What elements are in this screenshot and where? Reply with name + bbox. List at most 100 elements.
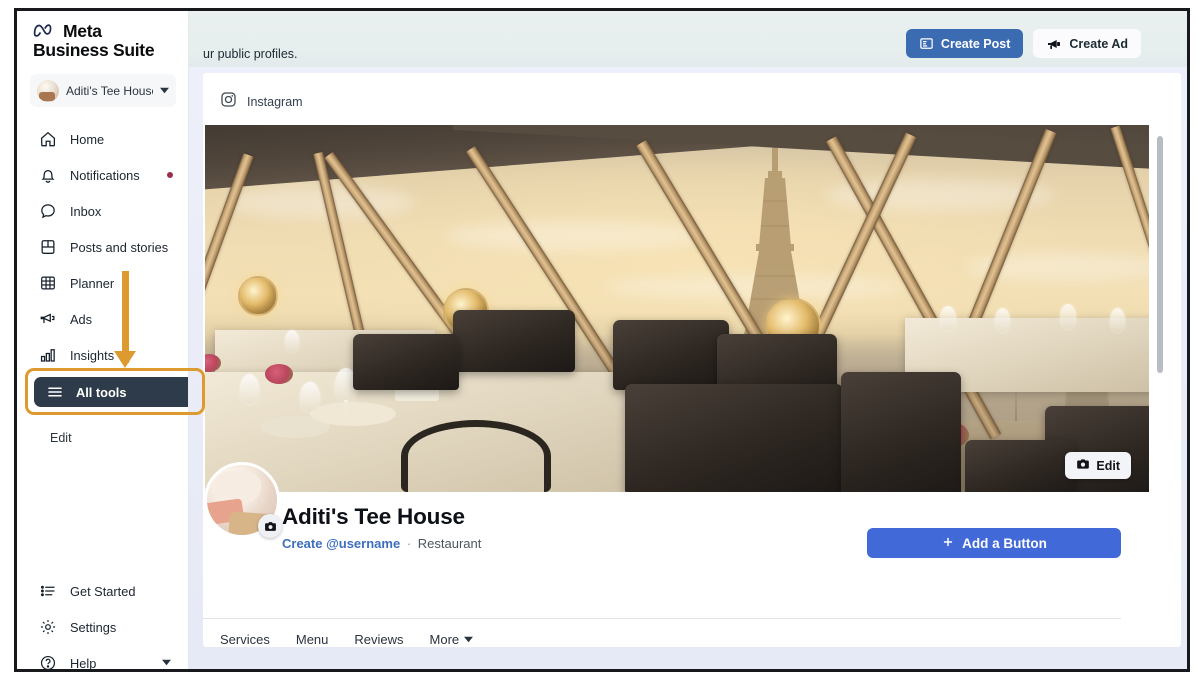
account-switcher[interactable]: Aditi's Tee House	[30, 74, 176, 107]
chair	[625, 384, 843, 492]
sidebar-item-label: Ads	[70, 311, 93, 327]
header-actions: Create Post Create Ad	[905, 29, 1141, 58]
plate	[310, 402, 396, 426]
brand-name-line2: Business Suite	[33, 40, 155, 60]
chair	[353, 334, 459, 390]
camera-icon	[264, 521, 276, 531]
plus-icon	[941, 535, 955, 552]
sidebar-item-settings[interactable]: Settings	[17, 609, 188, 645]
tab-reviews[interactable]: Reviews	[354, 632, 403, 647]
checklist-icon	[39, 582, 57, 600]
wine-glass	[240, 374, 259, 404]
left-sidebar: Meta Business Suite Aditi's Tee House Ho…	[17, 11, 189, 671]
tab-label: Reviews	[354, 632, 404, 647]
hamburger-icon	[46, 383, 64, 401]
wine-glass	[940, 306, 956, 330]
sidebar-item-planner[interactable]: Planner	[17, 265, 188, 301]
create-ad-button[interactable]: Create Ad	[1033, 29, 1141, 58]
flower-arrangement	[265, 364, 293, 384]
create-post-label: Create Post	[940, 36, 1011, 51]
sidebar-item-label: Planner	[70, 275, 115, 291]
annotation-arrow-line	[122, 271, 129, 363]
wine-glass	[1060, 304, 1076, 329]
cover-photo[interactable]: Edit	[205, 125, 1149, 492]
sidebar-item-inbox[interactable]: Inbox	[17, 193, 188, 229]
header-description: ur public profiles.	[203, 47, 298, 61]
sidebar-item-notifications[interactable]: Notifications	[17, 157, 188, 193]
screenshot-frame: ur public profiles. Create Post Create A…	[14, 8, 1190, 672]
brand-name-line1: Meta	[63, 21, 102, 41]
separator: ·	[406, 536, 412, 551]
sidebar-item-get-started[interactable]: Get Started	[17, 573, 188, 609]
chair	[841, 372, 961, 492]
tab-label: Menu	[295, 632, 329, 647]
cover-edit-button[interactable]: Edit	[1065, 452, 1131, 479]
restaurant-foreground	[205, 276, 1149, 492]
tab-menu[interactable]: Menu	[296, 632, 329, 647]
profile-content-card: Instagram Edit Aditi's Tee House Create …	[203, 73, 1181, 647]
create-username-link[interactable]: Create @username	[282, 536, 400, 551]
vertical-scrollbar[interactable]	[1157, 136, 1163, 373]
sidebar-item-label: All tools	[76, 384, 127, 400]
add-a-button-label: Add a Button	[962, 535, 1047, 551]
sidebar-item-help[interactable]: Help	[17, 645, 188, 671]
account-avatar	[37, 79, 59, 102]
add-a-button-button[interactable]: Add a Button	[867, 528, 1121, 558]
tab-more[interactable]: More	[430, 632, 474, 647]
sidebar-item-label: Get Started	[70, 583, 136, 599]
question-circle-icon	[39, 654, 57, 669]
sidebar-item-ads[interactable]: Ads	[17, 301, 188, 337]
sidebar-item-label: Settings	[70, 619, 117, 635]
cloud	[225, 185, 415, 219]
bell-icon	[39, 166, 57, 184]
tab-services[interactable]: Services	[220, 632, 270, 647]
top-header: ur public profiles. Create Post Create A…	[17, 11, 1187, 67]
brand-logo: Meta Business Suite	[33, 21, 155, 61]
chevron-down-icon	[162, 654, 171, 669]
sidebar-item-all-tools[interactable]: All tools	[34, 377, 188, 407]
chair	[613, 320, 729, 390]
bar-chart-icon	[39, 346, 57, 364]
sidebar-item-label: Insights	[70, 347, 115, 363]
account-name: Aditi's Tee House	[66, 83, 153, 98]
profile-tabbar: Services Menu Reviews More	[203, 618, 1121, 647]
create-post-icon	[919, 36, 934, 51]
calendar-grid-icon	[39, 274, 57, 292]
gear-icon	[39, 618, 57, 636]
annotation-arrow-head	[114, 351, 136, 368]
tab-label: More	[429, 632, 460, 647]
sidebar-item-label: Notifications	[70, 167, 140, 183]
wine-glass	[995, 308, 1010, 332]
sidebar-item-insights[interactable]: Insights	[17, 337, 188, 373]
sidebar-item-home[interactable]: Home	[17, 121, 188, 157]
chevron-down-icon	[160, 82, 169, 100]
chair-back	[401, 420, 551, 492]
sidebar-edit-link[interactable]: Edit	[50, 431, 72, 445]
create-post-button[interactable]: Create Post	[905, 29, 1024, 58]
avatar-camera-button[interactable]	[258, 514, 282, 538]
profile-subtitle: Create @username · Restaurant	[282, 536, 481, 551]
instagram-icon	[220, 91, 237, 113]
posts-icon	[39, 238, 57, 256]
platform-label: Instagram	[247, 95, 303, 109]
page-category: Restaurant	[417, 536, 482, 551]
megaphone-icon	[1046, 36, 1062, 52]
sidebar-item-label: Home	[70, 131, 105, 147]
profile-header: Aditi's Tee House Create @username · Res…	[203, 462, 1181, 593]
chat-bubble-icon	[39, 202, 57, 220]
sidebar-item-label: Help	[70, 655, 97, 671]
table-lamp	[238, 276, 278, 316]
sidebar-item-label: Inbox	[70, 203, 102, 219]
megaphone-icon	[39, 310, 57, 328]
sidebar-item-posts-and-stories[interactable]: Posts and stories	[17, 229, 188, 265]
camera-icon	[1076, 457, 1090, 474]
chair	[965, 440, 1075, 492]
avatar-wrapper	[204, 462, 282, 538]
page-title: Aditi's Tee House	[282, 504, 465, 529]
cloud	[445, 221, 705, 251]
cover-edit-label: Edit	[1096, 458, 1120, 473]
platform-row: Instagram	[220, 91, 303, 113]
notification-dot-badge	[167, 172, 173, 178]
wine-glass	[1110, 308, 1125, 332]
sidebar-item-label: Posts and stories	[70, 239, 169, 255]
